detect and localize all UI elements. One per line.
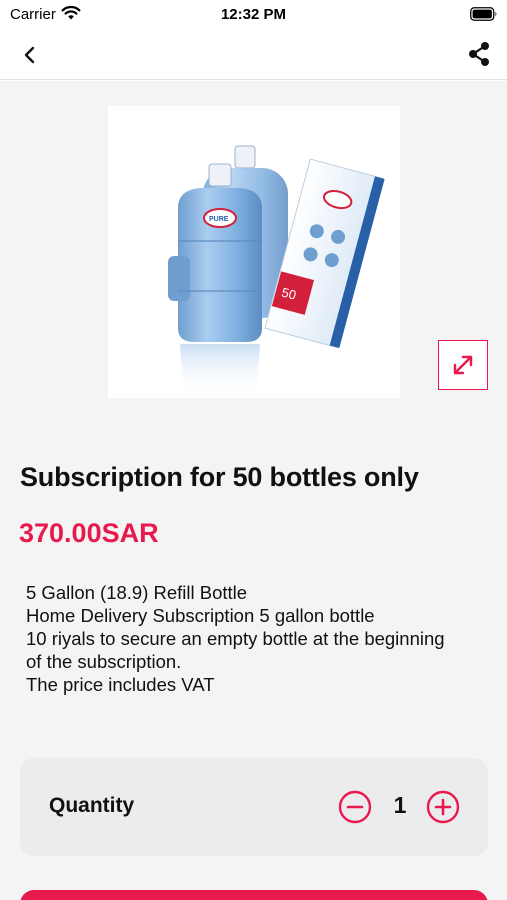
quantity-card: Quantity 1 — [20, 758, 488, 856]
back-button[interactable] — [14, 40, 46, 70]
status-time: 12:32 PM — [220, 6, 287, 23]
product-image[interactable]: 50 PURE — [108, 106, 400, 398]
increase-quantity-button[interactable] — [426, 790, 460, 824]
share-button[interactable] — [463, 38, 495, 70]
decrease-quantity-button[interactable] — [338, 790, 372, 824]
description-line: 5 Gallon (18.9) Refill Bottle — [26, 582, 248, 603]
chevron-left-icon — [24, 46, 35, 64]
expand-image-button[interactable] — [438, 340, 488, 390]
product-price: 370.00SAR — [19, 518, 159, 548]
share-icon — [469, 42, 489, 66]
quantity-label: Quantity — [49, 794, 135, 817]
description-line: 10 riyals to secure an empty bottle at t… — [26, 628, 445, 649]
plus-circle-icon — [426, 790, 460, 824]
product-detail: 50 PURE Subscription for 50 bottles only… — [0, 81, 507, 900]
nav-bar — [0, 30, 507, 80]
product-description: 5 Gallon (18.9) Refill Bottle Home Deliv… — [26, 581, 486, 696]
product-title: Subscription for 50 bottles only — [20, 462, 419, 492]
description-line: of the subscription. — [26, 651, 182, 672]
expand-icon — [453, 355, 473, 375]
add-to-cart-button[interactable] — [20, 890, 488, 900]
description-line: Home Delivery Subscription 5 gallon bott… — [26, 605, 375, 626]
bottle-brand-label: PURE — [209, 216, 229, 223]
status-bar: Carrier 12:32 PM — [0, 0, 507, 30]
battery-icon — [470, 7, 498, 26]
minus-circle-icon — [338, 790, 372, 824]
description-line: The price includes VAT — [26, 674, 215, 695]
quantity-value: 1 — [393, 792, 407, 818]
